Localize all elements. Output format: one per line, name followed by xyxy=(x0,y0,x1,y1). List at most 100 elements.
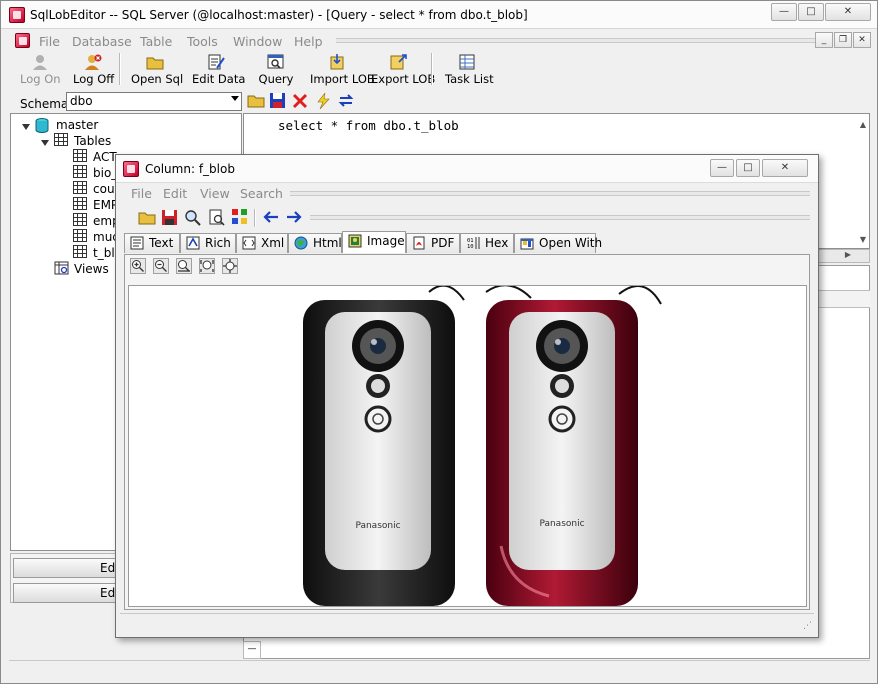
title-bar[interactable]: SqlLobEditor -- SQL Server (@localhost:m… xyxy=(1,1,877,29)
open-with-icon xyxy=(520,238,534,250)
tab-open-with[interactable]: Open With xyxy=(514,233,602,253)
tab-rich[interactable]: Rich xyxy=(180,233,236,253)
log-on-button[interactable]: Log On xyxy=(20,54,61,86)
window-title: SqlLobEditor -- SQL Server (@localhost:m… xyxy=(30,8,528,22)
tree-node-tables[interactable]: Tables xyxy=(74,134,111,148)
svg-text:10: 10 xyxy=(467,244,474,250)
tree-node-table[interactable]: ACT xyxy=(93,150,117,164)
dialog-menu-rule xyxy=(290,191,810,196)
dialog-close-button[interactable]: ✕ xyxy=(762,159,808,177)
logoff-icon xyxy=(85,54,102,70)
dialog-menu-edit[interactable]: Edit xyxy=(163,186,187,201)
text-icon xyxy=(130,236,144,250)
table-icon xyxy=(73,149,87,162)
close-button[interactable]: ✕ xyxy=(825,3,871,21)
menu-tools[interactable]: Tools xyxy=(187,34,218,49)
replace-icon[interactable] xyxy=(231,208,249,225)
table-icon xyxy=(73,197,87,210)
database-icon xyxy=(35,118,49,133)
resize-grip-icon[interactable]: ⋰ xyxy=(803,621,812,631)
tab-html[interactable]: Html xyxy=(288,233,342,253)
pdf-icon xyxy=(413,236,425,250)
tab-image[interactable]: Image xyxy=(342,231,406,253)
open-sql-button[interactable]: Open Sql xyxy=(131,54,183,86)
app-icon xyxy=(9,7,25,23)
export-lob-button[interactable]: Export LOB xyxy=(371,54,435,86)
hex-icon: 0110 xyxy=(467,237,480,250)
arrow-left-icon[interactable] xyxy=(262,209,280,226)
dialog-icon xyxy=(123,161,139,177)
tree-node-views[interactable]: Views xyxy=(74,262,109,276)
dialog-menu-search[interactable]: Search xyxy=(240,186,283,201)
tab-hex[interactable]: 01 10 Hex xyxy=(460,233,514,253)
menu-table[interactable]: Table xyxy=(140,34,172,49)
find-next-icon[interactable] xyxy=(208,209,226,226)
task-list-button[interactable]: Task List xyxy=(445,54,494,86)
zoom-actual-icon[interactable] xyxy=(222,258,238,274)
table-icon xyxy=(73,165,87,178)
minimize-button[interactable]: — xyxy=(771,3,797,21)
log-off-button[interactable]: Log Off xyxy=(73,54,114,86)
save-icon[interactable] xyxy=(269,92,287,109)
dialog-minimize-button[interactable]: — xyxy=(710,159,734,177)
zoom-out-icon[interactable] xyxy=(153,258,169,274)
image-viewer[interactable]: Panasonic Panasonic xyxy=(128,285,807,607)
import-lob-button[interactable]: Import LOB xyxy=(310,54,375,86)
query-icon xyxy=(267,54,284,69)
dialog-menu-view[interactable]: View xyxy=(200,186,230,201)
zoom-in-icon[interactable] xyxy=(130,258,146,274)
menu-window[interactable]: Window xyxy=(233,34,282,49)
rich-icon xyxy=(186,236,200,250)
dialog-title: Column: f_blob xyxy=(145,162,235,176)
refresh-icon[interactable] xyxy=(337,92,355,109)
mdi-restore-button[interactable]: ❐ xyxy=(834,32,852,48)
views-icon xyxy=(54,261,69,275)
save-icon[interactable] xyxy=(161,209,179,226)
delete-icon[interactable] xyxy=(291,92,309,109)
edit-data-button[interactable]: Edit Data xyxy=(192,54,245,86)
phone-brand-text: Panasonic xyxy=(539,519,584,529)
search-icon[interactable] xyxy=(184,209,202,226)
dialog-menu-file[interactable]: File xyxy=(131,186,152,201)
scroll-down-icon[interactable]: ▼ xyxy=(860,235,866,244)
tree-expand-icon[interactable] xyxy=(41,140,49,146)
arrow-right-icon[interactable] xyxy=(285,209,303,226)
toolbar-separator xyxy=(254,209,256,227)
mdi-minimize-button[interactable]: _ xyxy=(815,32,833,48)
table-icon xyxy=(73,229,87,242)
query-button[interactable]: Query xyxy=(258,54,294,86)
dialog-toolbar-rule xyxy=(310,215,810,220)
table-icon xyxy=(73,181,87,194)
lightning-icon[interactable] xyxy=(314,92,332,109)
zoom-fit-width-icon[interactable] xyxy=(176,258,192,274)
toolbar-separator xyxy=(431,53,433,85)
open-folder-icon[interactable] xyxy=(138,209,156,226)
menu-file[interactable]: File xyxy=(39,34,60,49)
tab-text[interactable]: Text xyxy=(124,233,180,253)
tab-pdf[interactable]: PDF xyxy=(406,233,460,253)
tree-node-master[interactable]: master xyxy=(56,118,98,132)
tab-xml[interactable]: Xml xyxy=(236,233,288,253)
scroll-right-icon[interactable]: ▶ xyxy=(845,250,851,259)
scroll-up-icon[interactable]: ▲ xyxy=(860,120,866,129)
menu-database[interactable]: Database xyxy=(72,34,132,49)
sql-text[interactable]: select * from dbo.t_blob xyxy=(278,118,459,133)
dialog-maximize-button[interactable]: □ xyxy=(736,159,760,177)
menu-help[interactable]: Help xyxy=(294,34,323,49)
dialog-title-bar[interactable]: Column: f_blob — □ ✕ xyxy=(116,155,818,183)
chevron-down-icon xyxy=(231,96,239,101)
tree-expand-icon[interactable] xyxy=(22,124,30,130)
grid-corner: — xyxy=(243,641,261,659)
task-list-icon xyxy=(459,54,475,70)
maximize-button[interactable]: □ xyxy=(798,3,824,21)
zoom-fit-icon[interactable] xyxy=(199,258,215,274)
mdi-close-button[interactable]: ✕ xyxy=(853,32,871,48)
table-icon xyxy=(73,213,87,226)
folder-icon xyxy=(146,57,164,70)
schema-select[interactable]: dbo xyxy=(66,92,242,111)
status-bar xyxy=(9,660,870,678)
image-icon xyxy=(348,234,362,248)
open-folder-icon[interactable] xyxy=(247,92,265,109)
html-icon xyxy=(294,236,308,250)
schema-label: Schema xyxy=(20,97,69,111)
